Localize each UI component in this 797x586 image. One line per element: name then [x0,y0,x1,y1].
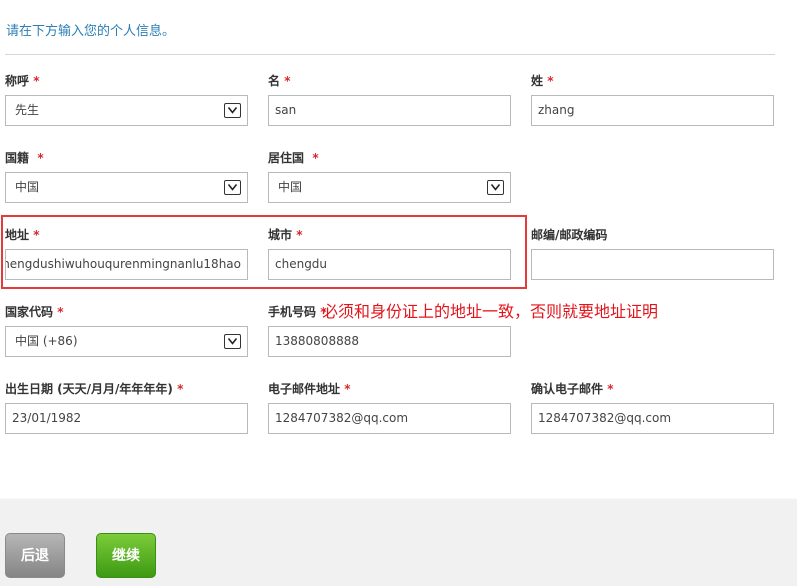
required-mark: * [547,74,554,88]
dob-label-text: 出生日期 (天天/月月/年年年年) [5,382,173,396]
title-select-value: 先生 [15,103,40,117]
residence-label: 居住国 * [268,149,319,166]
required-mark: * [344,382,351,396]
required-mark: * [33,74,40,88]
first-name-input[interactable]: san [268,95,511,126]
required-mark: * [177,382,184,396]
chevron-down-icon [224,103,241,118]
annotation-note: 必须和身份证上的地址一致，否则就要地址证明 [322,302,659,321]
continue-button[interactable]: 继续 [96,533,156,578]
postal-code-label: 邮编/邮政编码 [531,228,608,242]
mobile-label-text: 手机号码 [268,305,317,319]
dob-input[interactable]: 23/01/1982 [5,403,248,434]
country-code-select-value: 中国 (+86) [15,334,78,348]
email-input[interactable]: 1284707382@qq.com [268,403,511,434]
divider [5,54,775,55]
required-mark: * [33,228,40,242]
confirm-email-label-text: 确认电子邮件 [531,382,604,396]
residence-select-value: 中国 [278,180,303,194]
required-mark: * [312,151,319,165]
confirm-email-label: 确认电子邮件 * [531,380,613,397]
intro-text: 请在下方输入您的个人信息。 [6,24,176,39]
nationality-label-text: 国籍 [5,151,30,165]
country-code-label-text: 国家代码 [5,305,54,319]
title-select[interactable]: 先生 [5,95,248,126]
chevron-down-icon [224,180,241,195]
nationality-select[interactable]: 中国 [5,172,248,203]
required-mark: * [607,382,614,396]
last-name-label: 姓 * [531,72,553,89]
chevron-down-icon [224,334,241,349]
mobile-label: 手机号码 * [268,303,326,320]
city-label-text: 城市 [268,228,293,242]
first-name-label: 名 * [268,72,290,89]
required-mark: * [284,74,291,88]
first-name-label-text: 名 [268,74,281,88]
back-button[interactable]: 后退 [5,533,65,578]
required-mark: * [37,151,44,165]
required-mark: * [296,228,303,242]
confirm-email-input[interactable]: 1284707382@qq.com [531,403,774,434]
chevron-down-icon [487,180,504,195]
email-label-text: 电子邮件地址 [268,382,341,396]
last-name-label-text: 姓 [531,74,544,88]
dob-label: 出生日期 (天天/月月/年年年年) * [5,380,183,397]
required-mark: * [57,305,64,319]
last-name-input[interactable]: zhang [531,95,774,126]
nationality-select-value: 中国 [15,180,40,194]
address-label-text: 地址 [5,228,30,242]
city-label: 城市 * [268,226,302,243]
email-label: 电子邮件地址 * [268,380,350,397]
address-input[interactable]: sichuanshengchengdushiwuhouqurenmingnanl… [5,249,248,280]
nationality-label: 国籍 * [5,149,44,166]
country-code-label: 国家代码 * [5,303,63,320]
title-label-text: 称呼 [5,74,30,88]
postal-code-input[interactable] [531,249,774,280]
title-label: 称呼 * [5,72,39,89]
country-code-select[interactable]: 中国 (+86) [5,326,248,357]
mobile-input[interactable]: 13880808888 [268,326,511,357]
residence-select[interactable]: 中国 [268,172,511,203]
residence-label-text: 居住国 [268,151,305,165]
address-label: 地址 * [5,226,39,243]
city-input[interactable]: chengdu [268,249,511,280]
